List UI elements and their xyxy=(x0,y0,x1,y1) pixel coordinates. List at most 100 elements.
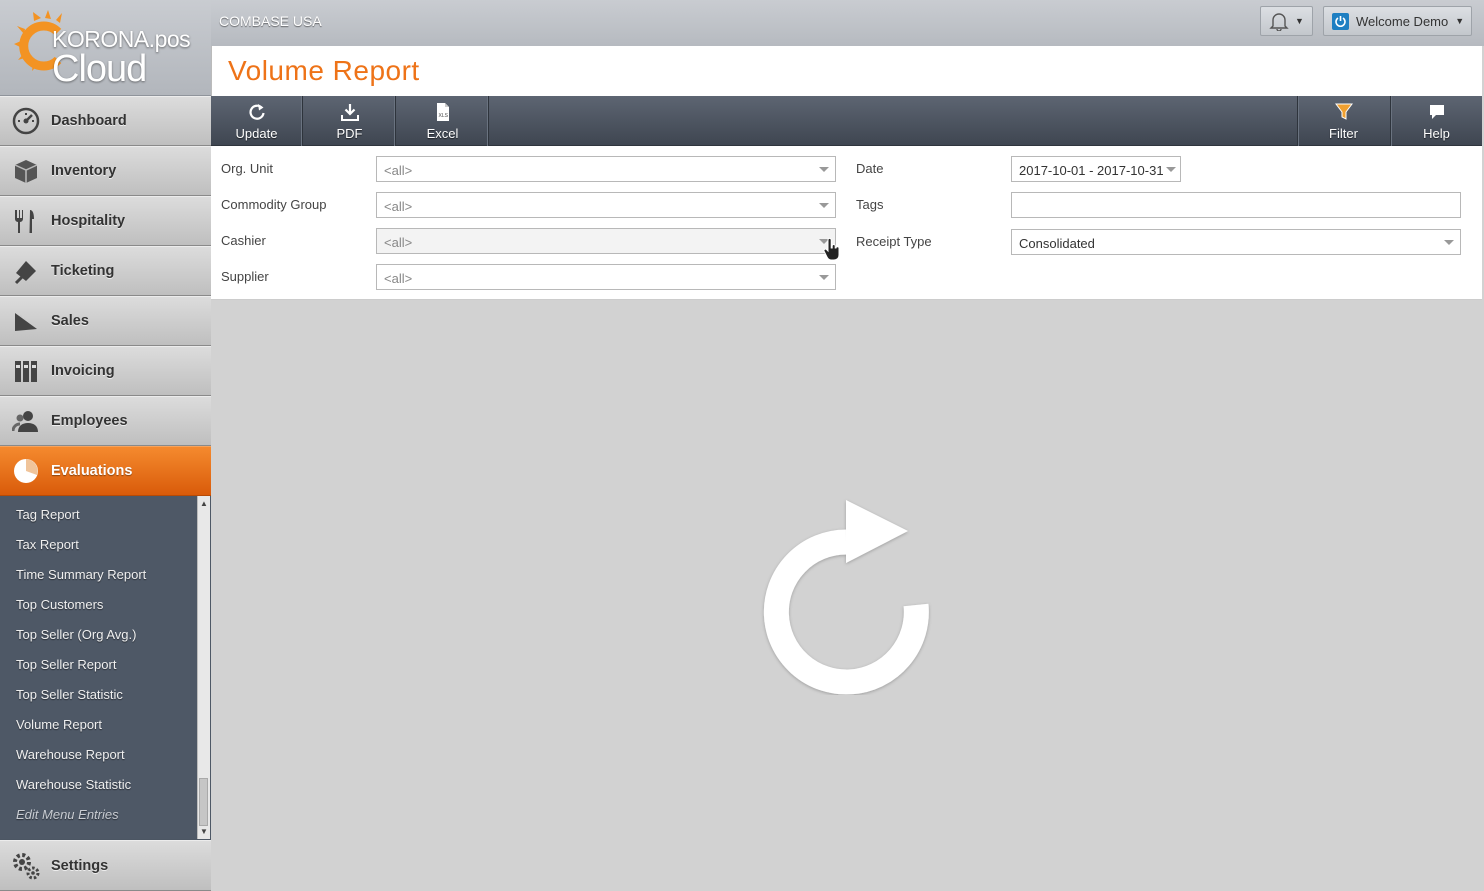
submenu-scrollbar[interactable]: ▲ ▼ xyxy=(197,496,210,839)
supplier-label: Supplier xyxy=(221,269,269,284)
cashier-select[interactable]: <all> xyxy=(376,228,836,254)
nav-item-label: Hospitality xyxy=(51,213,126,229)
receipt-type-label: Receipt Type xyxy=(856,234,932,249)
pdf-label: PDF xyxy=(336,125,363,141)
download-icon xyxy=(340,103,359,121)
bell-icon xyxy=(1269,13,1289,31)
cashier-label: Cashier xyxy=(221,233,266,248)
scroll-down-arrow-icon[interactable]: ▼ xyxy=(200,827,208,836)
commodity-group-label: Commodity Group xyxy=(221,197,327,212)
excel-button[interactable]: XLS Excel xyxy=(397,96,489,146)
people-icon xyxy=(11,406,41,436)
nav-item-inventory[interactable]: Inventory xyxy=(0,146,211,196)
cutlery-icon xyxy=(11,206,41,236)
hand-cursor-icon xyxy=(823,238,840,261)
nav-item-employees[interactable]: Employees xyxy=(0,396,211,446)
nav-item-ticketing[interactable]: Ticketing xyxy=(0,246,211,296)
user-welcome-label: Welcome Demo xyxy=(1356,13,1449,29)
chevron-down-icon xyxy=(1444,240,1454,245)
top-bar: COMBASE USA ▼ Welcome Demo ▼ xyxy=(211,0,1484,46)
submenu-item-tag-report[interactable]: Tag Report xyxy=(16,507,80,522)
speech-bubble-icon xyxy=(1429,104,1444,119)
nav-item-evaluations[interactable]: Evaluations xyxy=(0,446,211,496)
commodity-group-select[interactable]: <all> xyxy=(376,192,836,218)
binders-icon xyxy=(11,356,41,386)
nav-item-label: Evaluations xyxy=(51,463,133,479)
nav-item-label: Sales xyxy=(51,313,89,329)
chevron-down-icon: ▼ xyxy=(1455,16,1465,26)
evaluations-submenu: Tag Report Tax Report Time Summary Repor… xyxy=(0,496,211,839)
pie-chart-icon xyxy=(11,456,41,486)
chevron-down-icon xyxy=(819,275,829,280)
nav-item-label: Settings xyxy=(51,857,109,874)
title-bar: Volume Report xyxy=(211,46,1482,96)
org-unit-select[interactable]: <all> xyxy=(376,156,836,182)
supplier-value: <all> xyxy=(384,271,413,286)
nav-item-label: Invoicing xyxy=(51,363,115,379)
submenu-item-top-customers[interactable]: Top Customers xyxy=(16,597,103,612)
pdf-button[interactable]: PDF xyxy=(304,96,396,146)
nav-item-invoicing[interactable]: Invoicing xyxy=(0,346,211,396)
supplier-select[interactable]: <all> xyxy=(376,264,836,290)
nav-item-settings[interactable]: Settings xyxy=(0,840,211,891)
nav-item-label: Dashboard xyxy=(51,113,127,129)
submenu-item-top-seller-org-avg[interactable]: Top Seller (Org Avg.) xyxy=(16,627,136,642)
submenu-item-warehouse-statistic[interactable]: Warehouse Statistic xyxy=(16,777,131,792)
chevron-down-icon: ▼ xyxy=(1295,16,1304,26)
submenu-edit-menu-entries[interactable]: Edit Menu Entries xyxy=(16,807,119,822)
submenu-item-tax-report[interactable]: Tax Report xyxy=(16,537,79,552)
chevron-down-icon xyxy=(819,167,829,172)
loading-refresh-icon xyxy=(763,500,929,695)
filter-label: Filter xyxy=(1329,125,1358,141)
svg-text:XLS: XLS xyxy=(438,113,448,119)
date-range-select[interactable]: 2017-10-01 - 2017-10-31 xyxy=(1011,156,1181,182)
power-icon xyxy=(1332,12,1349,30)
company-name: COMBASE USA xyxy=(219,13,322,29)
filter-panel: Org. Unit <all> Commodity Group <all> Ca… xyxy=(211,146,1482,300)
receipt-type-value: Consolidated xyxy=(1019,236,1095,251)
update-button[interactable]: Update xyxy=(211,96,303,146)
date-range-value: 2017-10-01 - 2017-10-31 xyxy=(1019,163,1164,178)
nav-item-label: Inventory xyxy=(51,163,117,179)
update-label: Update xyxy=(235,125,278,141)
nav-item-label: Employees xyxy=(51,413,128,429)
submenu-item-time-summary-report[interactable]: Time Summary Report xyxy=(16,567,146,582)
filter-button[interactable]: Filter xyxy=(1297,96,1389,146)
toolbar: Update PDF XLS Excel Filter Help xyxy=(211,96,1482,146)
submenu-item-top-seller-statistic[interactable]: Top Seller Statistic xyxy=(16,687,123,702)
help-label: Help xyxy=(1423,125,1450,141)
help-button[interactable]: Help xyxy=(1390,96,1482,146)
tags-input[interactable] xyxy=(1011,192,1461,218)
commodity-group-value: <all> xyxy=(384,199,413,214)
gears-icon xyxy=(11,851,41,881)
org-unit-label: Org. Unit xyxy=(221,161,274,176)
org-unit-value: <all> xyxy=(384,163,413,178)
chevron-down-icon xyxy=(1166,167,1176,172)
excel-label: Excel xyxy=(426,125,459,141)
date-label: Date xyxy=(856,161,884,176)
app-logo[interactable]: KORONA.pos Cloud xyxy=(0,0,211,96)
nav-item-dashboard[interactable]: Dashboard xyxy=(0,96,211,146)
cashier-value: <all> xyxy=(384,235,413,250)
scroll-up-arrow-icon[interactable]: ▲ xyxy=(200,499,208,508)
filter-icon xyxy=(1334,103,1353,120)
submenu-item-top-seller-report[interactable]: Top Seller Report xyxy=(16,657,116,672)
tags-label: Tags xyxy=(856,197,884,212)
box-icon xyxy=(11,156,41,186)
xls-file-icon: XLS xyxy=(436,102,449,121)
nav-item-sales[interactable]: Sales xyxy=(0,296,211,346)
refresh-icon xyxy=(249,103,265,120)
submenu-item-volume-report[interactable]: Volume Report xyxy=(16,717,102,732)
sales-icon xyxy=(11,306,41,336)
ticket-icon xyxy=(11,256,41,286)
speedometer-icon xyxy=(11,106,41,136)
scrollbar-thumb[interactable] xyxy=(199,778,208,826)
page-title: Volume Report xyxy=(228,55,420,86)
user-menu-button[interactable]: Welcome Demo ▼ xyxy=(1323,6,1472,36)
nav-item-label: Ticketing xyxy=(51,263,115,279)
receipt-type-select[interactable]: Consolidated xyxy=(1011,229,1461,255)
logo-cloud-text: Cloud xyxy=(52,48,147,90)
notifications-button[interactable]: ▼ xyxy=(1260,6,1313,36)
nav-item-hospitality[interactable]: Hospitality xyxy=(0,196,211,246)
submenu-item-warehouse-report[interactable]: Warehouse Report xyxy=(16,747,125,762)
